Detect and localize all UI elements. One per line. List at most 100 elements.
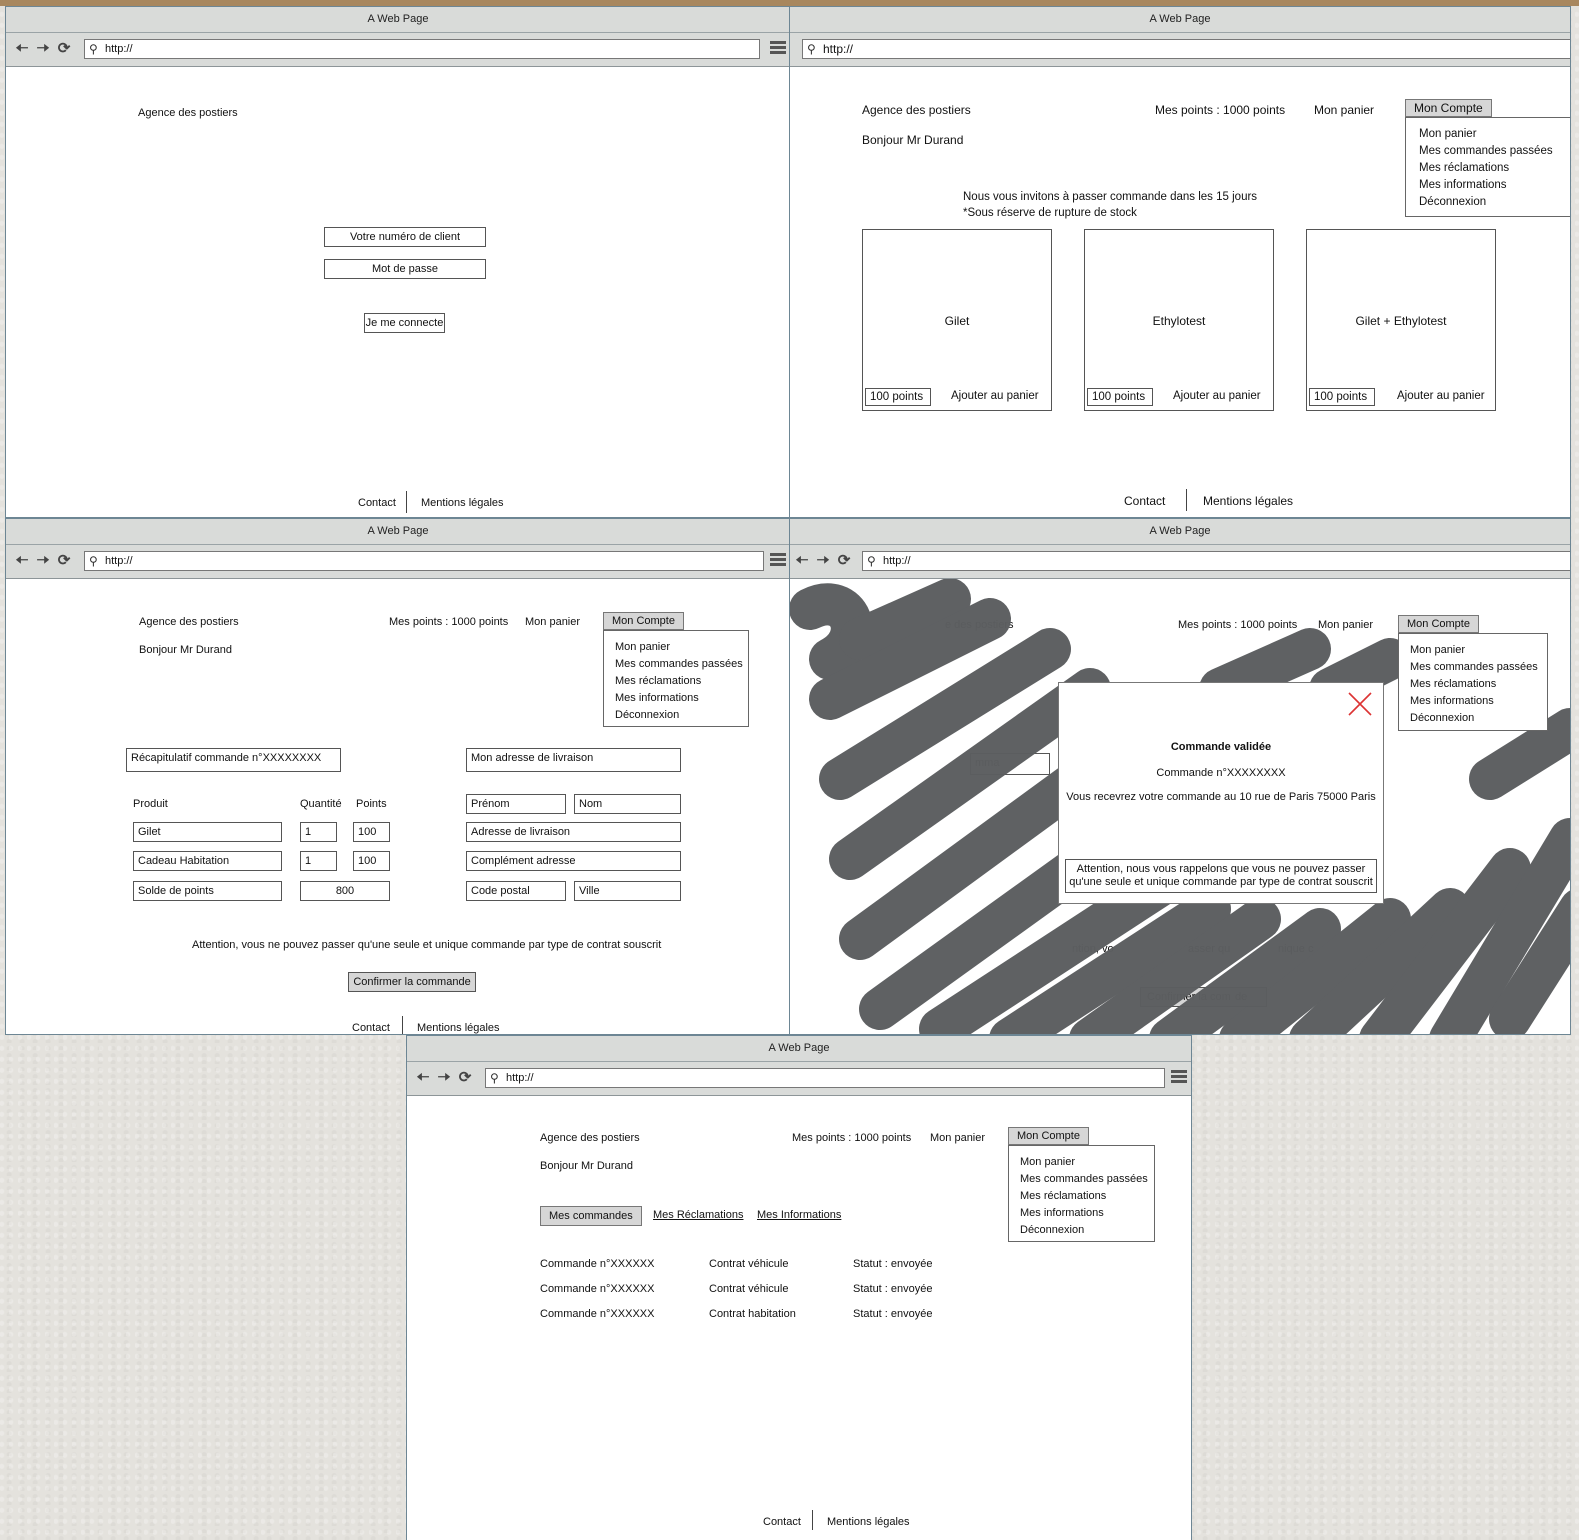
browser-toolbar: 🠠 🠢 ⟳ ⚲ http:// (790, 545, 1570, 579)
reload-icon[interactable]: ⟳ (457, 1070, 473, 1086)
menu-item-claims[interactable]: Mes réclamations (1419, 160, 1570, 177)
menu-item-logout[interactable]: Déconnexion (1419, 194, 1570, 211)
forward-arrow-icon[interactable]: 🠢 (35, 553, 51, 569)
browser-toolbar: 🠠 🠢 ⟳ ⚲ http:// (6, 545, 790, 579)
menu-item-cart[interactable]: Mon panier (1020, 1154, 1154, 1171)
menu-item-info[interactable]: Mes informations (1410, 693, 1547, 710)
tab-info[interactable]: Mes Informations (757, 1209, 841, 1221)
menu-item-cart[interactable]: Mon panier (1410, 642, 1547, 659)
account-button[interactable]: Mon Compte (603, 612, 684, 630)
add-to-cart-button[interactable]: Ajouter au panier (1397, 390, 1485, 402)
password-field[interactable]: Mot de passe (324, 259, 486, 279)
hamburger-menu-icon[interactable] (770, 553, 786, 568)
back-arrow-icon[interactable]: 🠠 (14, 41, 30, 57)
footer-legal-link[interactable]: Mentions légales (417, 1022, 500, 1034)
url-text: http:// (883, 555, 911, 567)
hamburger-menu-icon[interactable] (770, 41, 786, 56)
url-text: http:// (823, 42, 854, 56)
footer-contact-link[interactable]: Contact (763, 1516, 801, 1528)
address-bar[interactable]: ⚲ http:// (485, 1068, 1165, 1088)
address-bar[interactable]: ⚲ http:// (862, 551, 1570, 571)
cart-link[interactable]: Mon panier (930, 1132, 985, 1144)
greeting: Bonjour Mr Durand (540, 1160, 633, 1172)
stock-note: *Sous réserve de rupture de stock (963, 207, 1137, 219)
forward-arrow-icon[interactable]: 🠢 (35, 41, 51, 57)
order-number[interactable]: Commande n°XXXXXX (540, 1308, 654, 1320)
back-arrow-icon[interactable]: 🠠 (415, 1070, 431, 1086)
menu-item-orders[interactable]: Mes commandes passées (615, 656, 748, 673)
menu-item-info[interactable]: Mes informations (1020, 1205, 1154, 1222)
footer-contact-link[interactable]: Contact (1124, 494, 1165, 508)
reload-icon[interactable]: ⟳ (836, 553, 852, 569)
menu-item-logout[interactable]: Déconnexion (1020, 1222, 1154, 1239)
menu-item-claims[interactable]: Mes réclamations (1020, 1188, 1154, 1205)
client-number-field[interactable]: Votre numéro de client (324, 227, 486, 247)
zip-field[interactable]: Code postal (466, 881, 566, 901)
add-to-cart-button[interactable]: Ajouter au panier (951, 390, 1039, 402)
order-qty-field[interactable]: 1 (300, 851, 337, 871)
account-button[interactable]: Mon Compte (1008, 1127, 1089, 1145)
footer-legal-link[interactable]: Mentions légales (421, 497, 504, 509)
menu-item-orders[interactable]: Mes commandes passées (1419, 143, 1570, 160)
product-card: Gilet 100 points Ajouter au panier (862, 229, 1052, 411)
account-button[interactable]: Mon Compte (1398, 615, 1479, 633)
brand-label: Agence des postiers (540, 1132, 640, 1144)
brand-label: Agence des postiers (138, 107, 238, 119)
menu-item-claims[interactable]: Mes réclamations (615, 673, 748, 690)
footer-contact-link[interactable]: Contact (358, 497, 396, 509)
menu-item-orders[interactable]: Mes commandes passées (1020, 1171, 1154, 1188)
footer-contact-link[interactable]: Contact (352, 1022, 390, 1034)
modal-message: Vous recevrez votre commande au 10 rue d… (1066, 791, 1376, 803)
url-text: http:// (506, 1072, 534, 1084)
url-text: http:// (105, 43, 133, 55)
menu-item-logout[interactable]: Déconnexion (615, 707, 748, 724)
footer-separator (812, 1510, 813, 1530)
add-to-cart-button[interactable]: Ajouter au panier (1173, 390, 1261, 402)
firstname-field[interactable]: Prénom (466, 794, 566, 814)
menu-item-orders[interactable]: Mes commandes passées (1410, 659, 1547, 676)
col-header-product: Produit (133, 798, 168, 810)
footer-legal-link[interactable]: Mentions légales (827, 1516, 910, 1528)
reload-icon[interactable]: ⟳ (56, 41, 72, 57)
order-number[interactable]: Commande n°XXXXXX (540, 1283, 654, 1295)
back-arrow-icon[interactable]: 🠠 (14, 553, 30, 569)
address-field[interactable]: Adresse de livraison (466, 822, 681, 842)
cart-link[interactable]: Mon panier (1314, 103, 1374, 117)
forward-arrow-icon[interactable]: 🠢 (815, 553, 831, 569)
order-warning: Attention, vous ne pouvez passer qu'une … (192, 939, 662, 951)
address-bar[interactable]: ⚲ http:// (84, 39, 760, 59)
reload-icon[interactable]: ⟳ (56, 553, 72, 569)
city-field[interactable]: Ville (574, 881, 681, 901)
tab-orders[interactable]: Mes commandes (540, 1206, 642, 1226)
menu-item-cart[interactable]: Mon panier (1419, 126, 1570, 143)
window-title: A Web Page (790, 519, 1570, 545)
confirm-order-button[interactable]: Confirmer la commande (348, 972, 476, 992)
menu-item-logout[interactable]: Déconnexion (1410, 710, 1547, 727)
order-summary-title: Récapitulatif commande n°XXXXXXXX (126, 748, 341, 772)
order-qty-field[interactable]: 1 (300, 822, 337, 842)
forward-arrow-icon[interactable]: 🠢 (436, 1070, 452, 1086)
login-button[interactable]: Je me connecte (364, 313, 445, 333)
points-counter: Mes points : 1000 points (1155, 103, 1286, 117)
address-bar[interactable]: ⚲ http:// (802, 39, 1570, 59)
confirmation-modal: Commande validée Commande n°XXXXXXXX Vou… (1058, 682, 1384, 904)
lastname-field[interactable]: Nom (574, 794, 681, 814)
address-bar[interactable]: ⚲ http:// (84, 551, 764, 571)
address2-field[interactable]: Complément adresse (466, 851, 681, 871)
cart-link[interactable]: Mon panier (525, 616, 580, 628)
order-number[interactable]: Commande n°XXXXXX (540, 1258, 654, 1270)
menu-item-info[interactable]: Mes informations (1419, 177, 1570, 194)
close-icon[interactable] (1347, 691, 1373, 717)
tab-claims[interactable]: Mes Réclamations (653, 1209, 743, 1221)
account-button[interactable]: Mon Compte (1405, 99, 1492, 117)
footer-legal-link[interactable]: Mentions légales (1203, 494, 1293, 508)
search-icon: ⚲ (89, 554, 98, 568)
hamburger-menu-icon[interactable] (1171, 1070, 1187, 1085)
menu-item-claims[interactable]: Mes réclamations (1410, 676, 1547, 693)
menu-item-info[interactable]: Mes informations (615, 690, 748, 707)
order-status: Statut : envoyée (853, 1308, 933, 1320)
menu-item-cart[interactable]: Mon panier (615, 639, 748, 656)
back-arrow-icon[interactable]: 🠠 (794, 553, 810, 569)
order-contract: Contrat véhicule (709, 1258, 789, 1270)
search-icon: ⚲ (490, 1071, 499, 1085)
